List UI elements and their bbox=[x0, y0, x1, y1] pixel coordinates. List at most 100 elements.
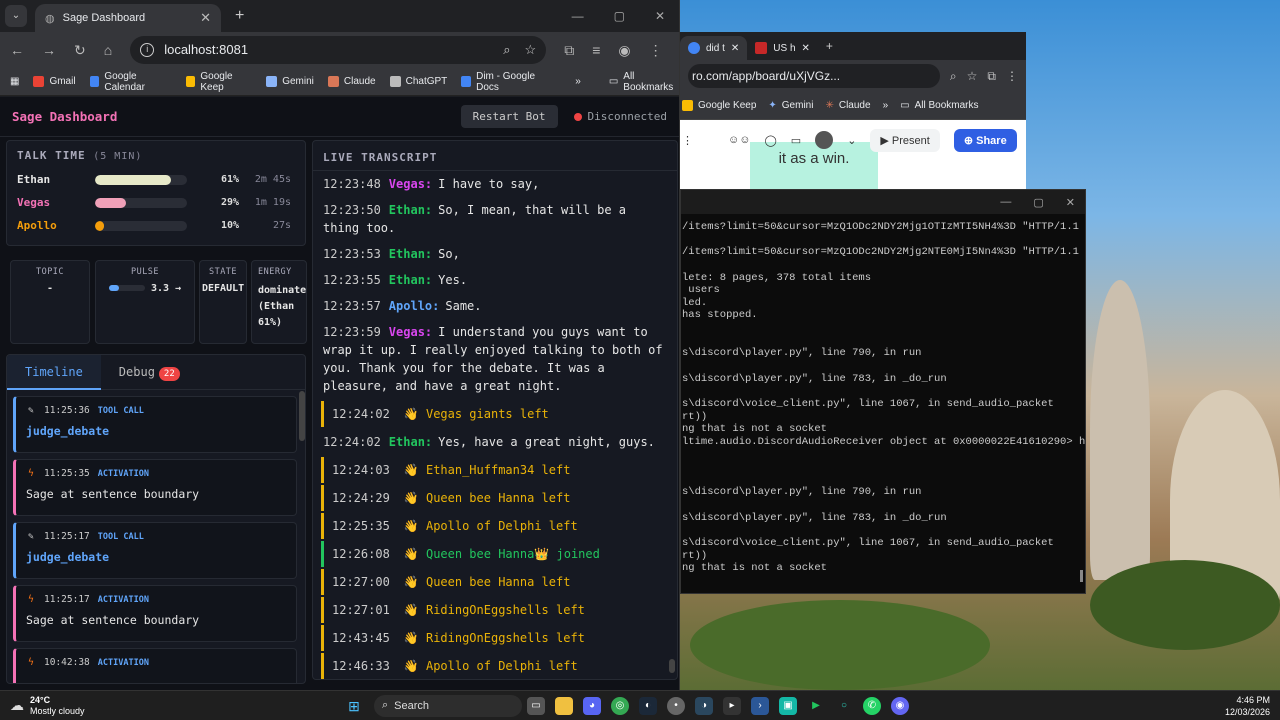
chevron-right-icon[interactable]: » bbox=[575, 76, 581, 87]
speaker-label: Vegas: bbox=[388, 325, 433, 339]
bookmark-gemini[interactable]: ✦ Gemini bbox=[768, 100, 813, 111]
browser-tab[interactable]: did t ✕ bbox=[680, 36, 748, 60]
maximize-icon[interactable]: ▢ bbox=[1033, 196, 1043, 209]
present-button[interactable]: ▶ Present bbox=[870, 128, 940, 152]
maximize-icon[interactable]: ▢ bbox=[614, 9, 625, 23]
sage-dashboard: Sage Dashboard Restart Bot Disconnected … bbox=[0, 97, 679, 690]
talk-time-row: Apollo 10% 27s bbox=[17, 214, 295, 237]
event-text: 👋 Vegas giants left bbox=[403, 407, 549, 421]
bookmark-item[interactable]: Google Calendar bbox=[89, 71, 172, 93]
tab-debug[interactable]: Debug 22 bbox=[101, 355, 198, 390]
steam-alt-icon[interactable]: ◑ bbox=[695, 696, 713, 715]
whatsapp-icon[interactable]: ✆ bbox=[863, 696, 881, 715]
browser-tab[interactable]: US h ✕ bbox=[747, 36, 818, 60]
restart-bot-button[interactable]: Restart Bot bbox=[460, 105, 558, 128]
timeline-tool-call-event[interactable]: ✎ 11:25:17 TOOL CALL judge_debate bbox=[13, 522, 297, 579]
share-button[interactable]: ⊕ Share bbox=[953, 128, 1017, 152]
event-text: 👋 Queen bee Hanna left bbox=[403, 575, 571, 589]
all-bookmarks[interactable]: ▭ All Bookmarks bbox=[609, 71, 679, 93]
event-time: 12:24:03 bbox=[332, 463, 390, 477]
forward-icon[interactable]: → bbox=[42, 42, 56, 58]
active-app-icon[interactable]: ▣ bbox=[779, 696, 797, 715]
play-icon[interactable]: ▶ bbox=[807, 697, 825, 715]
address-bar[interactable]: ro.com/app/board/uXjVGz... bbox=[688, 64, 940, 88]
close-icon[interactable]: ✕ bbox=[655, 9, 665, 23]
tab-sage-dashboard[interactable]: ◍ Sage Dashboard ✕ bbox=[35, 4, 221, 32]
circle-app-icon[interactable]: ○ bbox=[835, 697, 853, 715]
site-info-icon[interactable]: i bbox=[140, 43, 155, 57]
close-icon[interactable]: ✕ bbox=[731, 43, 739, 54]
more-icon[interactable]: ⋮ bbox=[682, 134, 693, 147]
app-icon[interactable]: • bbox=[667, 696, 685, 715]
reactions-icon[interactable]: ☺☺ bbox=[728, 134, 750, 146]
chrome-icon[interactable]: ◎ bbox=[611, 696, 629, 715]
bookmark-item[interactable]: Dim - Google Docs bbox=[461, 71, 551, 93]
transcript-join-event: 12:26:08 👋 Queen bee Hanna👑 joined bbox=[321, 541, 677, 567]
menu-icon[interactable]: ⋮ bbox=[649, 42, 663, 59]
event-text: 👋 Ethan_Huffman34 left bbox=[403, 463, 571, 477]
extensions-icon[interactable]: ⧉ bbox=[564, 42, 574, 59]
start-icon[interactable]: ⊞ bbox=[345, 697, 363, 715]
video-icon[interactable]: ▭ bbox=[791, 134, 801, 147]
terminal-window: — ▢ ✕ /items?limit=50&cursor=MzQ1ODc2NDY… bbox=[680, 189, 1086, 594]
zoom-icon[interactable]: ⌕ bbox=[950, 69, 957, 84]
message-time: 12:23:53 bbox=[323, 247, 381, 261]
bookmark-star-icon[interactable]: ☆ bbox=[525, 36, 537, 64]
terminal-scrollbar[interactable] bbox=[1080, 570, 1083, 582]
bookmark-star-icon[interactable]: ☆ bbox=[967, 69, 978, 83]
new-tab-icon[interactable]: + bbox=[235, 7, 244, 25]
timeline-activation-event[interactable]: ϟ 10:42:38 ACTIVATION bbox=[13, 648, 297, 683]
bookmark-item[interactable]: ChatGPT bbox=[389, 76, 447, 87]
address-bar[interactable]: i localhost:8081 ⌕ ☆ bbox=[130, 36, 547, 64]
back-icon[interactable]: ← bbox=[10, 42, 24, 58]
messenger-icon[interactable]: ◉ bbox=[891, 696, 909, 715]
apps-icon[interactable]: ▦ bbox=[10, 76, 19, 87]
menu-icon[interactable]: ⋮ bbox=[1006, 69, 1018, 83]
media-icon[interactable]: ≡ bbox=[592, 42, 600, 58]
bookmark-item[interactable]: Claude bbox=[327, 76, 376, 87]
timeline-activation-event[interactable]: ϟ 11:25:17 ACTIVATION Sage at sentence boun… bbox=[13, 585, 297, 642]
clock[interactable]: 4:46 PM 12/03/2026 bbox=[1225, 694, 1270, 718]
taskbar-search[interactable]: ⌕ Search bbox=[374, 694, 522, 717]
close-icon[interactable]: ✕ bbox=[802, 43, 810, 54]
transcript-list: 12:23:48 Vegas: I have to say, 12:23:50 Etha… bbox=[313, 171, 677, 679]
profile-icon[interactable]: ◉ bbox=[618, 42, 630, 59]
tab-search-icon[interactable]: ⌄ bbox=[5, 5, 27, 27]
file-explorer-icon[interactable] bbox=[555, 696, 573, 715]
folder-icon: ▭ bbox=[900, 100, 910, 111]
bookmark-claude[interactable]: ✳ Claude bbox=[825, 100, 870, 111]
bookmark-item[interactable]: Gemini bbox=[266, 76, 314, 87]
close-icon[interactable]: ✕ bbox=[1066, 196, 1075, 209]
bookmark-favicon-icon bbox=[185, 76, 196, 87]
timeline-scrollbar[interactable] bbox=[299, 391, 305, 441]
chevron-right-icon[interactable]: » bbox=[883, 100, 889, 111]
minimize-icon[interactable]: — bbox=[572, 9, 584, 23]
tab-timeline[interactable]: Timeline bbox=[7, 355, 101, 390]
all-bookmarks[interactable]: ▭ All Bookmarks bbox=[900, 100, 978, 111]
close-tab-icon[interactable]: ✕ bbox=[200, 10, 211, 26]
bookmark-item[interactable]: Gmail bbox=[33, 76, 76, 87]
zoom-icon[interactable]: ⌕ bbox=[503, 36, 510, 64]
task-view-icon[interactable]: ▭ bbox=[527, 696, 545, 715]
terminal-icon[interactable]: ▸ bbox=[723, 696, 741, 715]
chevron-down-icon[interactable]: ⌄ bbox=[847, 134, 856, 147]
steam-icon[interactable]: ◐ bbox=[639, 696, 657, 715]
minimize-icon[interactable]: — bbox=[1000, 196, 1011, 208]
weather-widget[interactable]: ☁ 24°C Mostly cloudy bbox=[10, 695, 340, 717]
new-tab-icon[interactable]: + bbox=[826, 39, 833, 53]
extensions-icon[interactable]: ⧉ bbox=[987, 69, 996, 84]
home-icon[interactable]: ⌂ bbox=[104, 42, 112, 58]
powershell-icon[interactable]: › bbox=[751, 696, 769, 715]
reload-icon[interactable]: ↻ bbox=[74, 42, 86, 59]
bookmark-item[interactable]: Google Keep bbox=[185, 71, 253, 93]
chat-icon[interactable]: ◯ bbox=[764, 134, 776, 147]
avatar[interactable] bbox=[815, 131, 834, 149]
transcript-scrollbar[interactable] bbox=[669, 659, 675, 673]
discord-icon[interactable]: ◕ bbox=[583, 696, 601, 715]
bookmark-google-keep[interactable]: Google Keep bbox=[682, 100, 756, 111]
timeline-tool-call-event[interactable]: ✎ 11:25:36 TOOL CALL judge_debate bbox=[13, 396, 297, 453]
terminal-output[interactable]: /items?limit=50&cursor=MzQ1ODc2NDY2Mjg1O… bbox=[681, 214, 1085, 594]
timeline-activation-event[interactable]: ϟ 11:25:35 ACTIVATION Sage at sentence boun… bbox=[13, 459, 297, 516]
